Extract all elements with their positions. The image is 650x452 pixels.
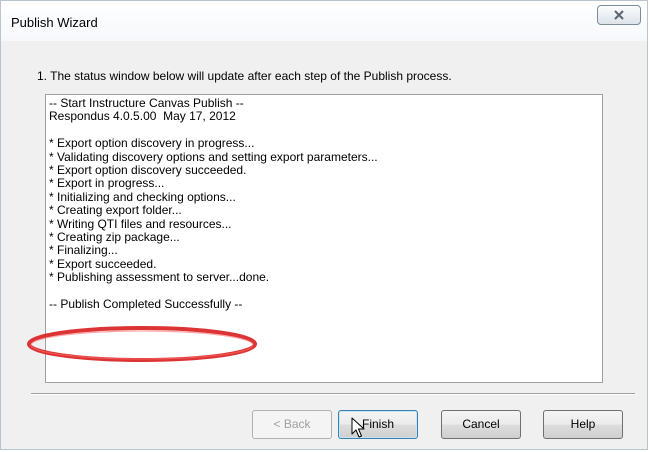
close-button[interactable] [597,5,641,25]
status-line: * Finalizing... [49,243,118,258]
status-line: * Creating export folder... [49,203,182,218]
status-line [49,124,599,137]
status-line: -- Start Instructure Canvas Publish -- [49,96,244,110]
status-line: * Export option discovery succeeded. [49,162,247,177]
status-line: -- Publish Completed Successfully -- [49,296,243,311]
status-line: * Export option discovery in progress... [49,136,255,151]
window-title: Publish Wizard [11,15,98,30]
publish-wizard-window: Publish Wizard 1. The status window belo… [0,0,648,450]
status-line: Respondus 4.0.5.00 May 17, 2012 [49,109,236,124]
cancel-button[interactable]: Cancel [441,410,521,439]
help-button[interactable]: Help [543,410,623,439]
button-separator [31,393,635,395]
status-line: * Writing QTI files and resources... [49,216,232,231]
close-icon [614,10,624,20]
status-line: * Creating zip package... [49,229,180,244]
step-instruction: 1. The status window below will update a… [37,69,452,83]
status-line: * Export in progress... [49,176,165,191]
status-line: * Initializing and checking options... [49,189,236,204]
title-bar: Publish Wizard [1,1,647,41]
back-button[interactable]: < Back [252,410,332,439]
status-line [49,284,599,297]
finish-button[interactable]: Finish [338,410,418,439]
status-window[interactable]: -- Start Instructure Canvas Publish -- Re… [45,94,603,383]
status-line: * Validating discovery options and setti… [49,149,378,164]
status-line: * Publishing assessment to server...done… [49,270,270,285]
status-line: * Export succeeded. [49,256,157,271]
